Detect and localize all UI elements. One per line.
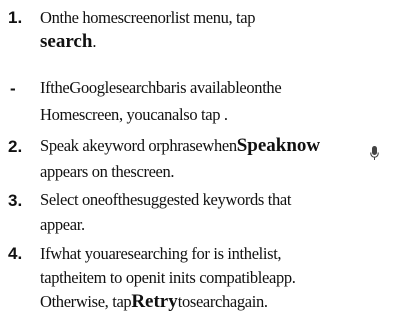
sub-bullet-text-line-1: IftheGooglesearchbaris availableonthe xyxy=(40,78,282,97)
step-4-bold-term: Retry xyxy=(131,291,178,312)
sub-bullet-marker: - xyxy=(10,79,16,98)
step-4-text-line-1: Ifwhat youaresearching for is inthelist, xyxy=(40,244,282,263)
step-1-action: search. xyxy=(40,31,97,53)
step-1-text: Onthe homescreenorlist menu, tap xyxy=(40,8,256,27)
instruction-document: 1. Onthe homescreenorlist menu, tap sear… xyxy=(0,0,405,322)
microphone-icon xyxy=(370,146,379,160)
step-4-number: 4. xyxy=(8,244,23,263)
step-2-text-line-1: Speak akeyword orphrasewhenSpeaknow xyxy=(40,135,320,157)
step-4-text-line-2: taptheitem to openit inits compatibleapp… xyxy=(40,268,296,287)
step-4-text-suffix: tosearchagain. xyxy=(177,292,268,311)
step-1-period: . xyxy=(92,32,97,51)
step-2-text-line-2: appears on thescreen. xyxy=(40,162,175,181)
step-1-number: 1. xyxy=(8,8,23,27)
step-2-bold-term: Speaknow xyxy=(236,135,321,156)
step-2-text-prefix: Speak akeyword orphrasewhen xyxy=(40,136,237,155)
step-3-number: 3. xyxy=(8,191,23,210)
step-3-text-line-2: appear. xyxy=(40,215,85,234)
step-4-text-prefix: Otherwise, tap xyxy=(40,292,132,311)
sub-bullet-text-line-2: Homescreen, youcanalso tap . xyxy=(40,105,228,124)
step-2-number: 2. xyxy=(8,137,23,156)
step-3-text-line-1: Select oneofthesuggested keywords that xyxy=(40,190,292,209)
step-4-text-line-3: Otherwise, tapRetrytosearchagain. xyxy=(40,291,268,313)
step-1-bold-term: search xyxy=(40,31,93,52)
